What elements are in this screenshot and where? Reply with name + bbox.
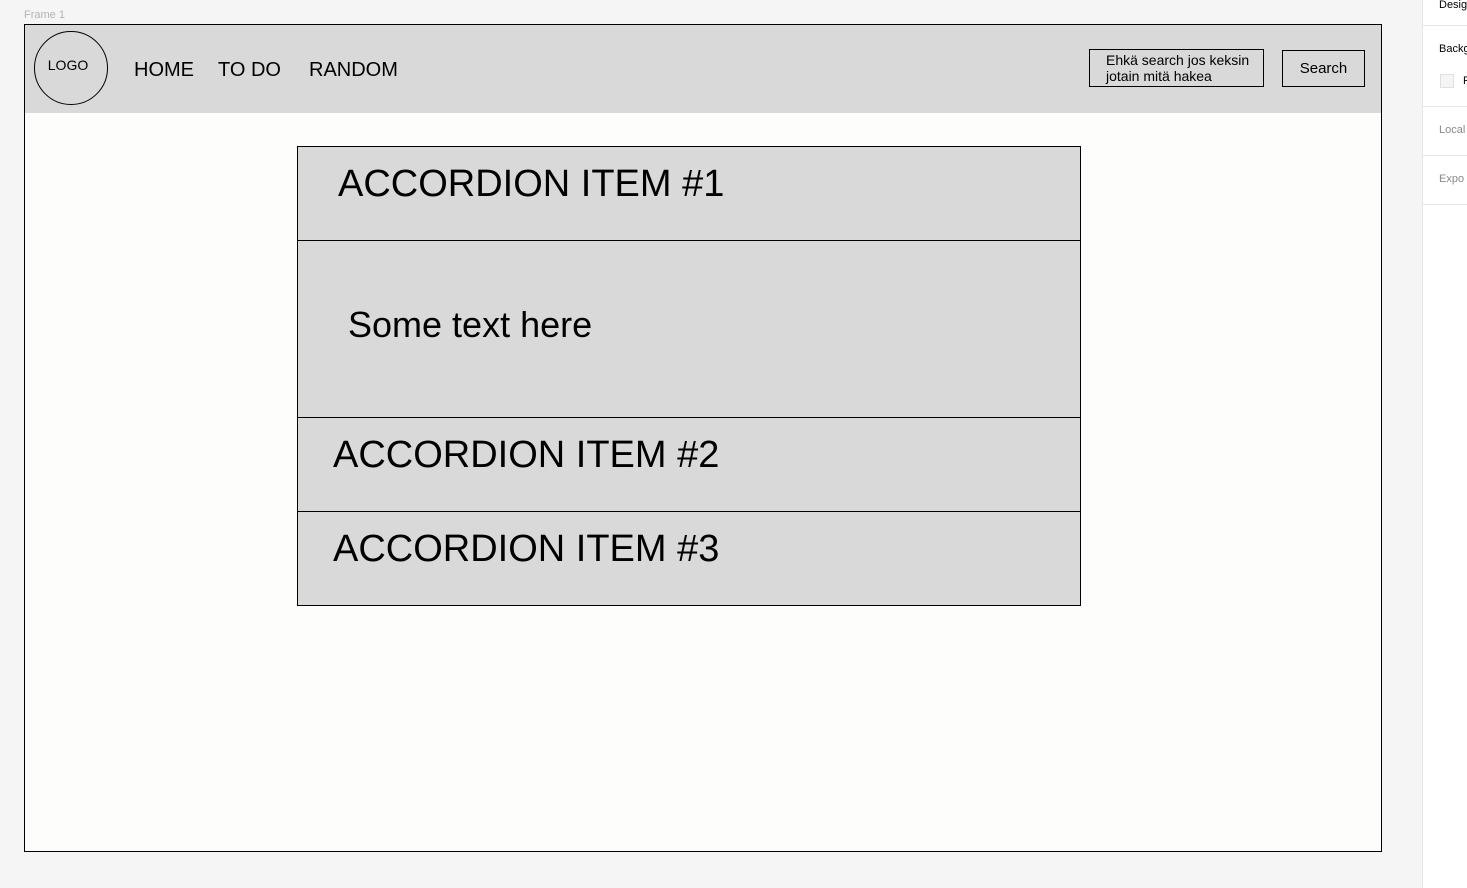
- design-tab-row: Desig: [1423, 0, 1467, 26]
- accordion-item-title: ACCORDION ITEM #1: [338, 163, 725, 205]
- nav-link-todo[interactable]: TO DO: [218, 58, 281, 82]
- export-section: Expo: [1423, 156, 1467, 205]
- search-button[interactable]: Search: [1282, 50, 1365, 87]
- background-fill-value[interactable]: F: [1463, 75, 1467, 87]
- nav-link-random[interactable]: RANDOM: [309, 58, 398, 82]
- export-label[interactable]: Expo: [1439, 173, 1464, 185]
- accordion-item-title: ACCORDION ITEM #2: [333, 434, 720, 476]
- accordion: ACCORDION ITEM #1 Some text here ACCORDI…: [297, 146, 1081, 606]
- accordion-item-3-header[interactable]: ACCORDION ITEM #3: [297, 511, 1081, 606]
- accordion-item-1-header[interactable]: ACCORDION ITEM #1: [297, 146, 1081, 241]
- logo-text: LOGO: [47, 57, 89, 73]
- tab-design[interactable]: Desig: [1439, 0, 1467, 11]
- background-label: Backg: [1439, 43, 1467, 55]
- accordion-body-text: Some text here: [348, 304, 593, 345]
- frame-label[interactable]: Frame 1: [24, 9, 65, 21]
- search-input[interactable]: Ehkä search jos keksin jotain mitä hakea: [1089, 49, 1264, 87]
- local-styles-label[interactable]: Local: [1439, 124, 1465, 136]
- nav-link-home[interactable]: HOME: [134, 58, 194, 82]
- local-styles-section: Local: [1423, 107, 1467, 156]
- accordion-item-title: ACCORDION ITEM #3: [333, 528, 720, 570]
- wireframe-frame[interactable]: LOGO HOME TO DO RANDOM Ehkä search jos k…: [24, 24, 1382, 852]
- accordion-item-2-header[interactable]: ACCORDION ITEM #2: [297, 417, 1081, 512]
- logo[interactable]: LOGO: [34, 31, 108, 105]
- design-panel: Desig Backg F Local Expo: [1422, 0, 1467, 888]
- background-color-swatch[interactable]: [1440, 74, 1454, 88]
- accordion-item-1-body: Some text here: [297, 240, 1081, 418]
- background-section: Backg: [1423, 26, 1467, 107]
- navbar: LOGO HOME TO DO RANDOM Ehkä search jos k…: [25, 25, 1381, 113]
